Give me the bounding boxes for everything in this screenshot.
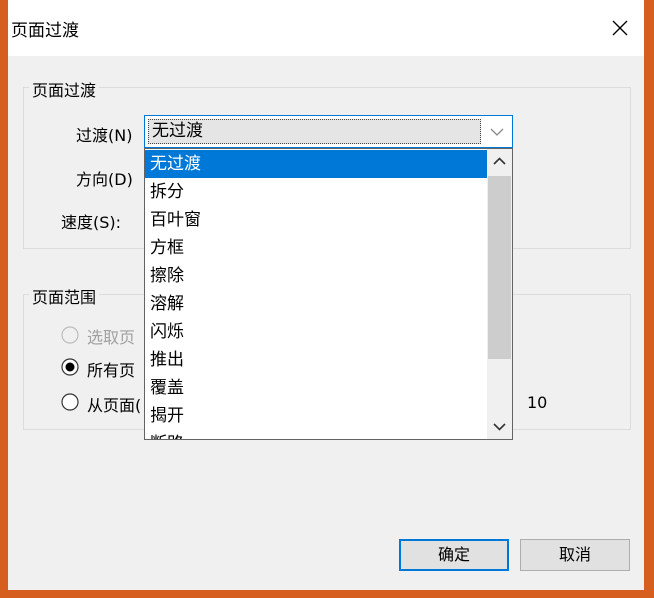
option-uncover[interactable]: 揭开 — [145, 402, 487, 430]
close-icon — [612, 20, 628, 36]
close-button[interactable] — [606, 14, 634, 42]
scroll-down-button[interactable] — [487, 414, 512, 439]
option-split[interactable]: 拆分 — [145, 178, 487, 206]
app-background-bottom — [0, 590, 654, 598]
selected-pages-label: 选取页 — [87, 328, 136, 347]
cancel-button[interactable]: 取消 — [520, 539, 630, 571]
scrollbar-thumb[interactable] — [488, 176, 511, 359]
option-wipe[interactable]: 擦除 — [145, 262, 487, 290]
option-box[interactable]: 方框 — [145, 234, 487, 262]
dropdown-scrollbar[interactable] — [487, 149, 512, 439]
option-glitter[interactable]: 闪烁 — [145, 318, 487, 346]
app-background-left — [0, 0, 8, 598]
option-push[interactable]: 推出 — [145, 346, 487, 374]
speed-label: 速度(S): — [61, 213, 122, 232]
option-blinds[interactable]: 百叶窗 — [145, 206, 487, 234]
page-transition-dialog: 页面过渡 页面过渡 过渡(N) 方向(D) 速度(S): 页面范围 选取页 所有… — [8, 0, 644, 590]
option-no-transition[interactable]: 无过渡 — [145, 150, 487, 178]
from-pages-label: 从页面( — [87, 396, 142, 415]
dialog-title: 页面过渡 — [11, 21, 79, 41]
option-fade[interactable]: 断路 — [145, 430, 487, 439]
radio-selected-pages[interactable] — [61, 326, 79, 344]
ok-button[interactable]: 确定 — [399, 539, 509, 571]
transition-dropdown-list: 无过渡 拆分 百叶窗 方框 擦除 溶解 闪烁 推出 覆盖 揭开 断路 — [144, 148, 513, 440]
page-range-legend: 页面范围 — [29, 284, 100, 308]
radio-all-pages[interactable] — [61, 358, 79, 376]
option-cover[interactable]: 覆盖 — [145, 374, 487, 402]
transition-group-legend: 页面过渡 — [29, 77, 100, 101]
transition-combobox-value: 无过渡 — [148, 119, 481, 144]
radio-from-pages[interactable] — [61, 393, 79, 411]
dialog-titlebar: 页面过渡 — [8, 0, 644, 56]
to-page-value: 10 — [527, 393, 548, 412]
option-dissolve[interactable]: 溶解 — [145, 290, 487, 318]
all-pages-label: 所有页 — [87, 361, 136, 380]
chevron-up-icon — [493, 157, 506, 165]
transition-combobox[interactable]: 无过渡 — [144, 115, 513, 148]
chevron-down-icon — [493, 423, 506, 431]
direction-label: 方向(D) — [76, 170, 133, 189]
app-background-right — [644, 0, 654, 598]
scroll-up-button[interactable] — [487, 149, 512, 174]
transition-label: 过渡(N) — [76, 126, 133, 145]
chevron-down-icon — [490, 128, 504, 136]
